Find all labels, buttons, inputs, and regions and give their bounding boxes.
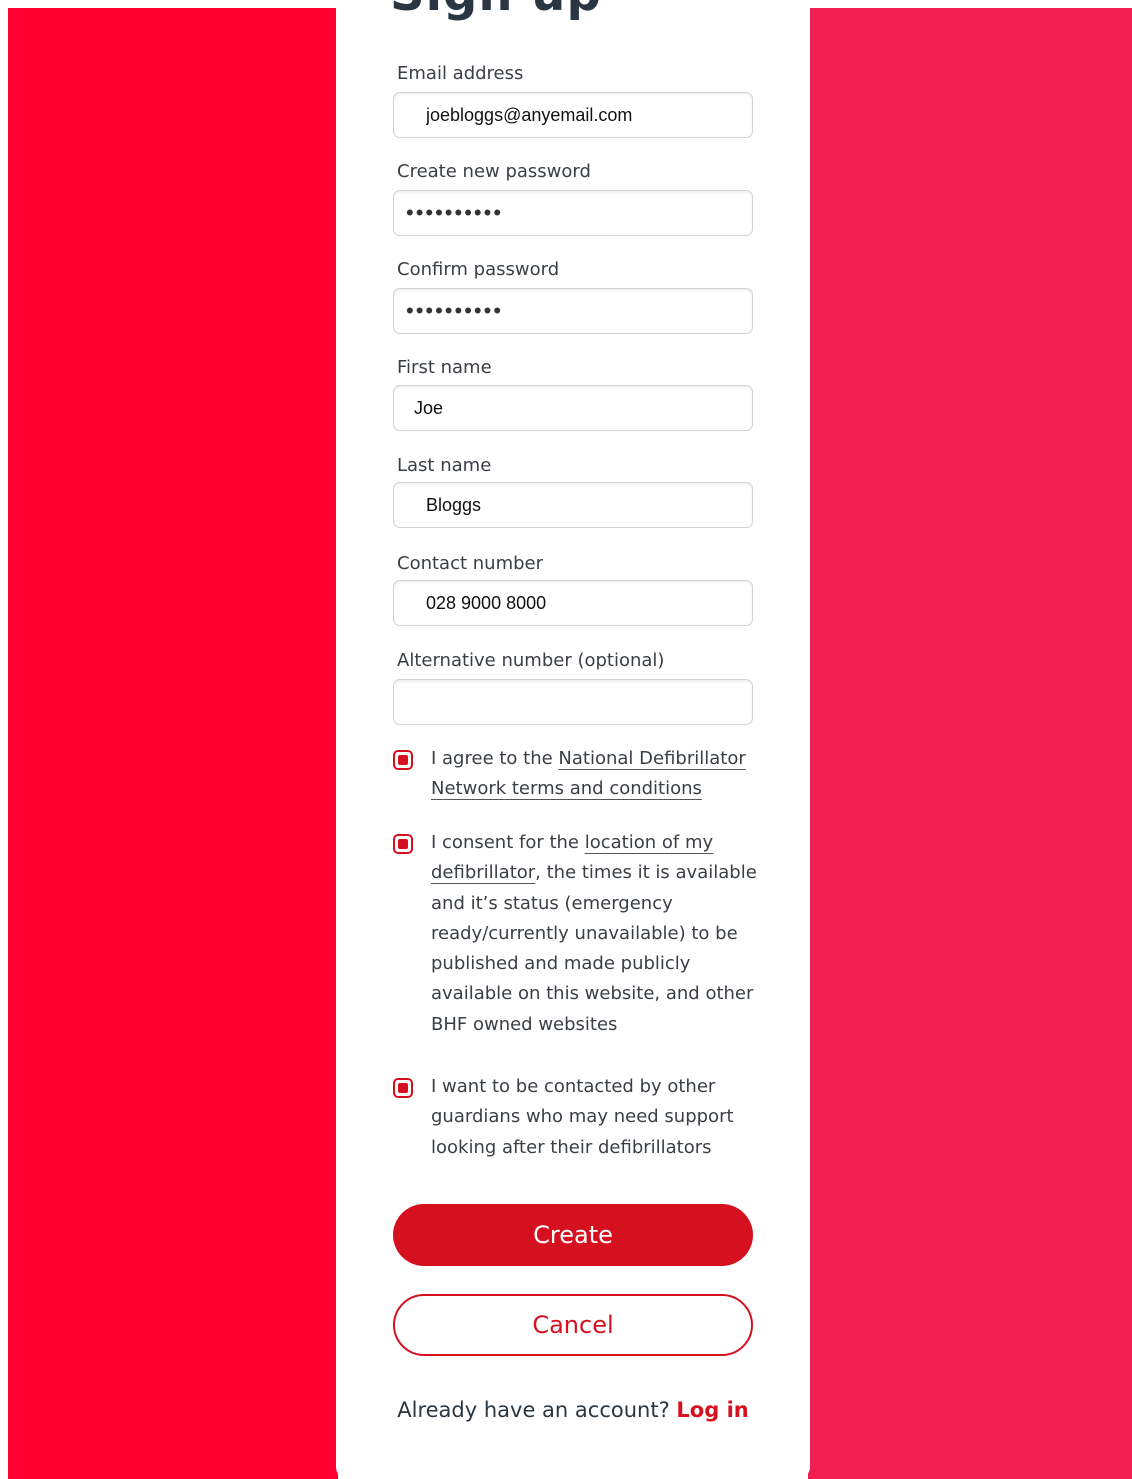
consent-checkbox[interactable] [393,834,413,854]
login-link[interactable]: Log in [676,1398,748,1422]
last-name-field[interactable] [394,483,752,527]
background-left-panel [8,8,338,1479]
background-right-panel [808,8,1132,1479]
contact-number-field[interactable] [394,581,752,625]
create-button[interactable]: Create [393,1204,753,1266]
contact-consent-text: I want to be contacted by other guardian… [431,1076,734,1158]
login-prompt-text: Already have an account? [397,1398,670,1422]
first-name-label: First name [397,357,492,378]
alternative-number-label: Alternative number (optional) [397,650,665,671]
terms-text: I agree to the National Defibrillator Ne… [431,744,761,805]
consent-suffix: , the times it is available and it’s sta… [431,862,757,1035]
last-name-field-wrapper [393,482,753,528]
alternative-number-field-wrapper [393,679,753,725]
terms-checkbox[interactable] [393,750,413,770]
password-field-wrapper [393,190,753,236]
last-name-label: Last name [397,455,492,476]
email-field[interactable] [394,93,752,137]
email-field-wrapper [393,92,753,138]
first-name-field-wrapper [393,385,753,431]
contact-number-field-wrapper [393,580,753,626]
alternative-number-field[interactable] [394,680,752,724]
confirm-password-field-wrapper [393,288,753,334]
password-label: Create new password [397,161,591,182]
password-field[interactable] [394,191,752,235]
contact-consent-checkbox[interactable] [393,1078,413,1098]
email-label: Email address [397,63,524,84]
login-prompt: Already have an account? Log in [393,1398,753,1422]
first-name-field[interactable] [394,386,752,430]
contact-number-label: Contact number [397,553,544,574]
confirm-password-field[interactable] [394,289,752,333]
confirm-password-label: Confirm password [397,259,560,280]
consent-prefix: I consent for the [431,832,585,853]
consent-text: I consent for the location of my defibri… [431,828,761,1040]
terms-prefix: I agree to the [431,748,559,769]
page-title: Sign up [390,0,602,22]
cancel-button[interactable]: Cancel [393,1294,753,1356]
